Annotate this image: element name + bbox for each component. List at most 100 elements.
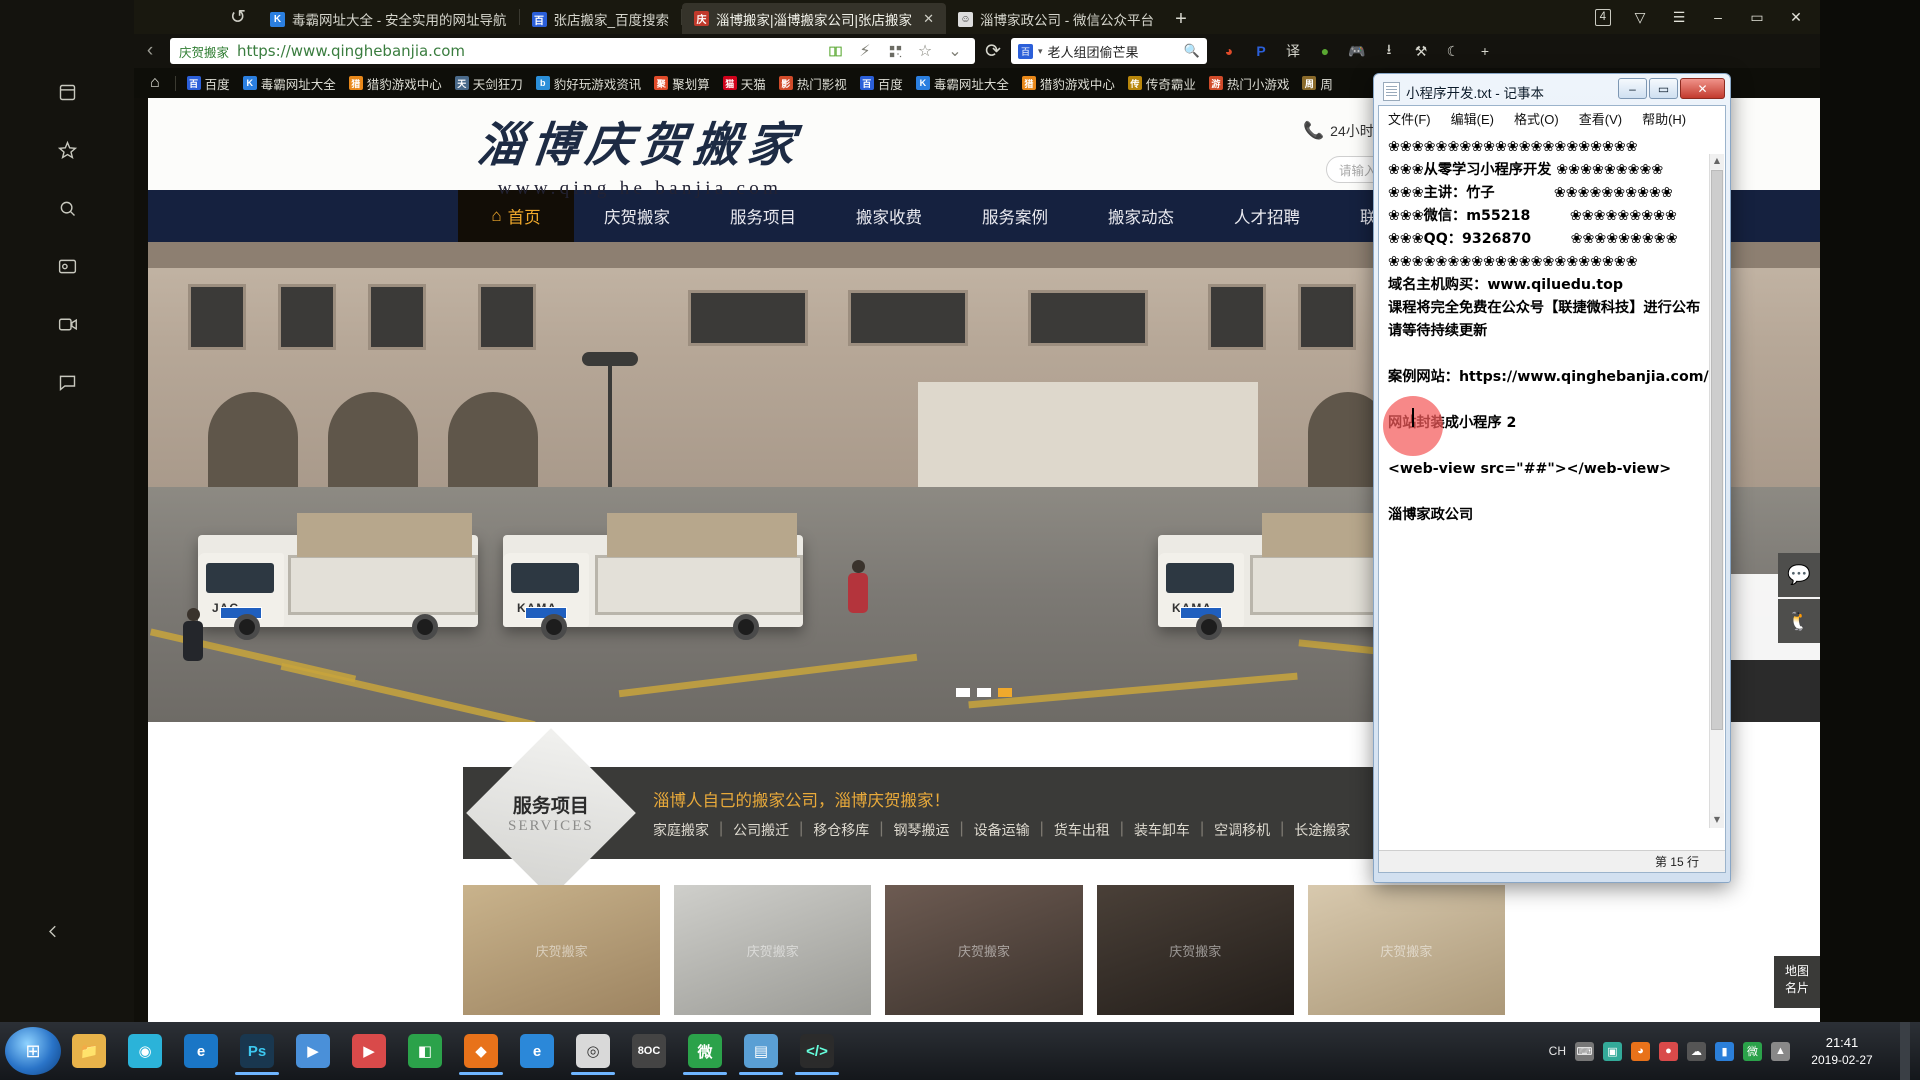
- collapse-rail-icon[interactable]: [36, 914, 70, 948]
- bookmark-item[interactable]: 猎猎豹游戏中心: [1016, 72, 1121, 95]
- service-item[interactable]: 移仓移库: [813, 820, 869, 840]
- bookmark-item[interactable]: 猎猎豹游戏中心: [343, 72, 448, 95]
- case-thumbnail[interactable]: 庆贺搬家: [1307, 885, 1506, 1015]
- address-bar[interactable]: 庆贺搬家 https://www.qinghebanjia.com ⚡ ☆ ⌄: [170, 38, 975, 64]
- omnibox-chevron-down-icon[interactable]: ⌄: [944, 40, 966, 62]
- translate-icon[interactable]: 译: [1279, 37, 1307, 65]
- tray-app-icon[interactable]: ▣: [1603, 1041, 1622, 1061]
- tray-expand-icon[interactable]: ▲: [1771, 1041, 1790, 1061]
- menu-help[interactable]: 帮助(H): [1642, 109, 1686, 128]
- notepad-window[interactable]: 小程序开发.txt - 记事本 – ▭ ✕ 文件(F) 编辑(E) 格式(O) …: [1373, 73, 1731, 883]
- bookmark-item[interactable]: K 毒霸网址大全: [910, 72, 1015, 95]
- bookmark-item[interactable]: K 毒霸网址大全: [237, 72, 342, 95]
- taskbar-app-liebao-browser[interactable]: ◆: [453, 1025, 509, 1077]
- bookmark-item[interactable]: 猫天猫: [717, 72, 772, 95]
- carousel-dot[interactable]: [956, 688, 970, 697]
- bookmark-item[interactable]: b 豹好玩游戏资讯: [530, 72, 648, 95]
- carousel-dot-active[interactable]: [998, 688, 1012, 697]
- taskbar-app-photoshop[interactable]: Ps: [229, 1025, 285, 1077]
- minimize-button[interactable]: –: [1700, 3, 1736, 31]
- bookmark-item[interactable]: 百百度: [181, 72, 236, 95]
- back-button[interactable]: ‹: [134, 34, 166, 68]
- nav-item-cases[interactable]: 服务案例: [952, 190, 1078, 242]
- bookmark-star-icon[interactable]: ☆: [914, 40, 936, 62]
- service-item[interactable]: 设备运输: [974, 820, 1030, 840]
- bookmark-item[interactable]: 传传奇霸业: [1122, 72, 1202, 95]
- bookmark-item[interactable]: 周周: [1296, 72, 1339, 95]
- tray-alert-icon[interactable]: ●: [1659, 1041, 1678, 1061]
- service-item[interactable]: 钢琴搬运: [893, 820, 949, 840]
- maximize-button[interactable]: ▭: [1739, 3, 1775, 31]
- notepad-scrollbar[interactable]: ▲ ▼: [1709, 154, 1724, 828]
- browser-tab[interactable]: 百 张店搬家_百度搜索: [520, 4, 682, 34]
- case-thumbnail[interactable]: 庆贺搬家: [885, 885, 1083, 1015]
- taskbar-app-wechat[interactable]: 微: [677, 1025, 733, 1077]
- reload-button[interactable]: ⟳: [975, 34, 1011, 68]
- notepad-close-button[interactable]: ✕: [1680, 78, 1725, 99]
- taskbar-app-office[interactable]: 8OC: [621, 1025, 677, 1077]
- new-tab-button[interactable]: +: [1166, 4, 1196, 34]
- browser-menu-icon[interactable]: ☰: [1661, 3, 1697, 31]
- search-magnifier-icon[interactable]: 🔍: [1184, 43, 1200, 59]
- engine-chevron-icon[interactable]: ▾: [1038, 46, 1043, 57]
- undo-close-tab-button[interactable]: ↺: [218, 0, 258, 34]
- bookmark-home-icon[interactable]: ⌂: [140, 74, 170, 92]
- case-thumbnail[interactable]: 庆贺搬家: [674, 885, 872, 1015]
- screenshot-icon[interactable]: [50, 249, 84, 283]
- taskbar-app-notepad[interactable]: ▤: [733, 1025, 789, 1077]
- live-video-icon[interactable]: [50, 307, 84, 341]
- nav-item-news[interactable]: 搬家动态: [1078, 190, 1204, 242]
- menu-view[interactable]: 查看(V): [1579, 109, 1622, 128]
- menu-file[interactable]: 文件(F): [1388, 109, 1431, 128]
- security-shield-icon[interactable]: ◕: [1215, 37, 1243, 65]
- taskbar-app-internet-explorer[interactable]: e: [173, 1025, 229, 1077]
- notepad-titlebar[interactable]: 小程序开发.txt - 记事本 – ▭ ✕: [1378, 78, 1726, 105]
- taskbar-app-video-player[interactable]: ▶: [341, 1025, 397, 1077]
- service-item[interactable]: 家庭搬家: [653, 820, 709, 840]
- taskbar-app-browser-360[interactable]: ◉: [117, 1025, 173, 1077]
- tools-icon[interactable]: ⚒: [1407, 37, 1435, 65]
- speed-boost-icon[interactable]: ⚡: [854, 40, 876, 62]
- search-input[interactable]: 老人组团偷芒果: [1048, 42, 1179, 61]
- service-item[interactable]: 公司搬迁: [733, 820, 789, 840]
- menu-format[interactable]: 格式(O): [1514, 109, 1559, 128]
- bookmark-item[interactable]: 游热门小游戏: [1203, 72, 1296, 95]
- map-card-widget[interactable]: 地图 名片: [1774, 956, 1820, 1008]
- show-desktop-button[interactable]: [1900, 1022, 1910, 1080]
- bookmark-item[interactable]: 影热门影视: [773, 72, 853, 95]
- reader-mode-icon[interactable]: [824, 40, 846, 62]
- bookmark-item[interactable]: 聚聚划算: [648, 72, 716, 95]
- floating-contact-widget[interactable]: 💬 🐧: [1778, 553, 1820, 645]
- service-item[interactable]: 空调移机: [1214, 820, 1270, 840]
- bookmark-item[interactable]: 百百度: [854, 72, 909, 95]
- chat-bubble-icon[interactable]: [50, 365, 84, 399]
- browser-tab-active[interactable]: 庆 淄博搬家|淄博搬家公司|张店搬家|张 ✕: [682, 3, 947, 34]
- tray-cloud-icon[interactable]: ☁: [1687, 1041, 1706, 1061]
- start-button[interactable]: ⊞: [5, 1027, 61, 1075]
- search-engine-icon[interactable]: 百: [1018, 43, 1033, 59]
- scrollbar-thumb[interactable]: [1711, 170, 1723, 730]
- service-item[interactable]: 装车卸车: [1134, 820, 1190, 840]
- qr-code-icon[interactable]: [884, 40, 906, 62]
- carousel-dots[interactable]: [956, 688, 1012, 697]
- case-thumbnail[interactable]: 庆贺搬家: [1096, 885, 1294, 1015]
- taskbar-clock[interactable]: 21:41 2019-02-27: [1799, 1034, 1885, 1068]
- tray-wechat-icon[interactable]: 微: [1743, 1041, 1762, 1061]
- site-logo[interactable]: 淄博庆贺搬家 www.qing he banjia.com: [475, 106, 804, 200]
- reading-list-icon[interactable]: [50, 75, 84, 109]
- search-rail-icon[interactable]: [50, 191, 84, 225]
- service-item[interactable]: 长途搬家: [1294, 820, 1350, 840]
- downloads-icon[interactable]: ⭳: [1375, 37, 1403, 65]
- taskbar-app-edge-browser[interactable]: e: [509, 1025, 565, 1077]
- taskbar-app-wechat-devtool[interactable]: ◧: [397, 1025, 453, 1077]
- favorites-star-icon[interactable]: [50, 133, 84, 167]
- notepad-minimize-button[interactable]: –: [1618, 78, 1647, 99]
- tray-shield-icon[interactable]: ◕: [1631, 1041, 1650, 1061]
- close-button[interactable]: ✕: [1778, 3, 1814, 31]
- menu-edit[interactable]: 编辑(E): [1451, 109, 1494, 128]
- browser-tab[interactable]: K 毒霸网址大全 - 安全实用的网址导航: [258, 4, 519, 34]
- nav-item-jobs[interactable]: 人才招聘: [1204, 190, 1330, 242]
- scroll-up-arrow[interactable]: ▲: [1710, 154, 1724, 169]
- tab-close-icon[interactable]: ✕: [923, 11, 934, 27]
- night-mode-icon[interactable]: ☾: [1439, 37, 1467, 65]
